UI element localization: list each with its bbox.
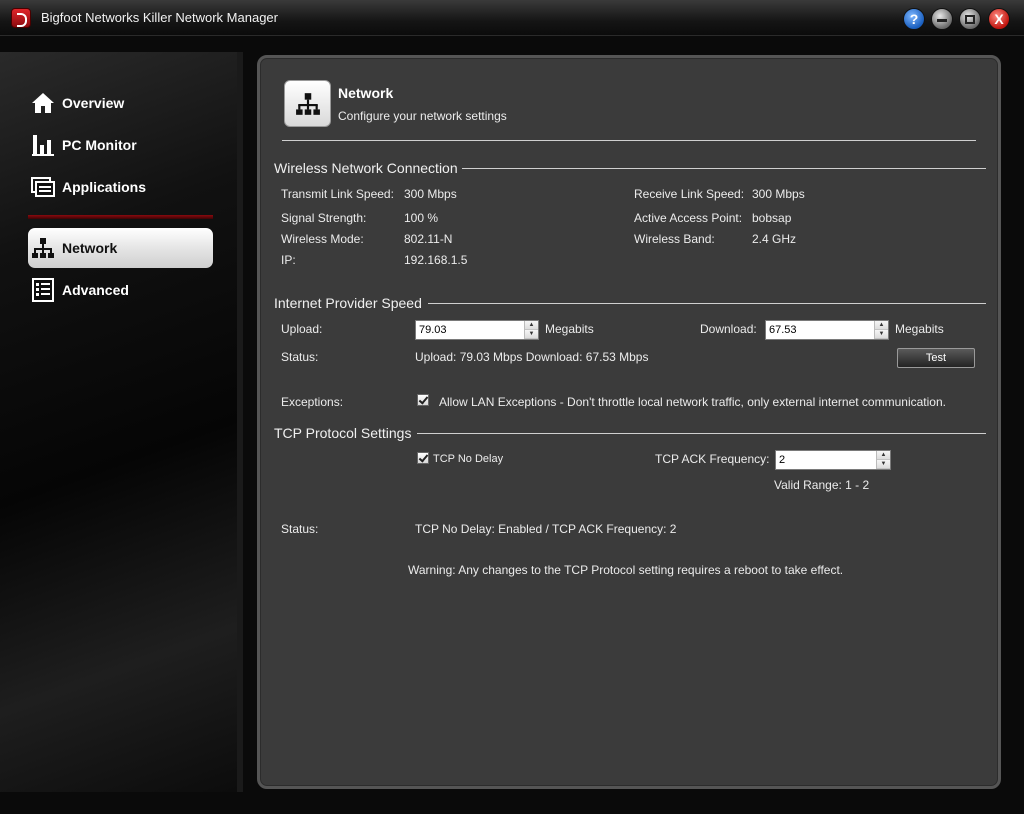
tcp-ack-stepper-arrows[interactable]: ▲ ▼	[876, 451, 890, 469]
wireless-band-value: 2.4 GHz	[752, 232, 797, 246]
access-point-value: bobsap	[752, 211, 792, 225]
title-bar: Bigfoot Networks Killer Network Manager …	[0, 0, 1024, 36]
tcp-status-label: Status:	[281, 522, 319, 536]
speed-section-title: Internet Provider Speed	[274, 295, 422, 311]
sidebar-item-network[interactable]: Network	[28, 228, 213, 268]
upload-unit: Megabits	[545, 322, 594, 336]
access-point-label: Active Access Point:	[634, 211, 743, 225]
sidebar-divider	[28, 215, 213, 219]
close-icon: X	[994, 11, 1004, 27]
sidebar-item-applications[interactable]: Applications	[28, 167, 213, 207]
valid-range-text: Valid Range: 1 - 2	[774, 478, 870, 492]
home-icon	[32, 93, 54, 113]
upload-label: Upload:	[281, 322, 323, 336]
tcp-status-value: TCP No Delay: Enabled / TCP ACK Frequenc…	[415, 522, 677, 536]
speed-section-divider	[428, 303, 986, 304]
page-subtitle: Configure your network settings	[338, 109, 507, 123]
sidebar-item-overview[interactable]: Overview	[28, 83, 213, 123]
upload-decrement-icon[interactable]: ▼	[525, 330, 538, 339]
maximize-button[interactable]	[959, 8, 981, 30]
tcp-ack-stepper[interactable]: ▲ ▼	[775, 450, 891, 470]
tcp-ack-input[interactable]	[776, 451, 876, 469]
network-settings-panel: Network Configure your network settings …	[257, 55, 1001, 789]
close-button[interactable]: X	[988, 8, 1010, 30]
bar-chart-icon	[32, 135, 54, 156]
sidebar-item-advanced[interactable]: Advanced	[28, 270, 213, 310]
upload-input[interactable]	[416, 321, 524, 339]
download-stepper-arrows[interactable]: ▲ ▼	[874, 321, 888, 339]
lan-exceptions-text: Allow LAN Exceptions - Don't throttle lo…	[439, 395, 946, 409]
tcp-ack-decrement-icon[interactable]: ▼	[877, 460, 890, 469]
help-icon: ?	[909, 11, 919, 27]
header-divider	[282, 140, 976, 141]
maximize-icon	[965, 14, 975, 24]
ip-value: 192.168.1.5	[404, 253, 468, 267]
wireless-section-divider	[462, 168, 986, 169]
receive-speed-label: Receive Link Speed:	[634, 187, 745, 201]
transmit-speed-label: Transmit Link Speed:	[281, 187, 394, 201]
sidebar-item-pc-monitor[interactable]: PC Monitor	[28, 125, 213, 165]
applications-icon	[31, 177, 55, 197]
exceptions-label: Exceptions:	[281, 395, 344, 409]
lan-exceptions-checkbox[interactable]	[417, 394, 429, 406]
download-increment-icon[interactable]: ▲	[875, 321, 888, 330]
tcp-ack-label: TCP ACK Frequency:	[655, 452, 770, 466]
upload-increment-icon[interactable]: ▲	[525, 321, 538, 330]
network-icon	[32, 238, 54, 258]
page-title: Network	[338, 85, 394, 101]
sidebar: Overview PC Monitor Applications Network…	[0, 52, 243, 792]
app-logo-icon	[11, 8, 31, 28]
sidebar-item-label: Overview	[62, 95, 125, 111]
transmit-speed-value: 300 Mbps	[404, 187, 457, 201]
sidebar-item-label: Applications	[62, 179, 147, 195]
download-stepper[interactable]: ▲ ▼	[765, 320, 889, 340]
tcp-ack-increment-icon[interactable]: ▲	[877, 451, 890, 460]
receive-speed-value: 300 Mbps	[752, 187, 805, 201]
network-icon	[284, 80, 331, 127]
window-title: Bigfoot Networks Killer Network Manager	[41, 10, 278, 25]
wireless-mode-value: 802.11-N	[404, 232, 453, 246]
wireless-section-title: Wireless Network Connection	[274, 160, 458, 176]
download-label: Download:	[700, 322, 757, 336]
help-button[interactable]: ?	[903, 8, 925, 30]
advanced-list-icon	[32, 278, 54, 302]
signal-strength-value: 100 %	[404, 211, 439, 225]
test-button[interactable]: Test	[897, 348, 975, 368]
download-decrement-icon[interactable]: ▼	[875, 330, 888, 339]
tcp-section-title: TCP Protocol Settings	[274, 425, 412, 441]
signal-strength-label: Signal Strength:	[281, 211, 367, 225]
reboot-warning-text: Warning: Any changes to the TCP Protocol…	[408, 563, 844, 577]
minimize-icon	[937, 18, 947, 22]
sidebar-item-label: PC Monitor	[62, 137, 137, 153]
minimize-button[interactable]	[931, 8, 953, 30]
tcp-no-delay-label: TCP No Delay	[433, 453, 504, 465]
wireless-mode-label: Wireless Mode:	[281, 232, 364, 246]
tcp-no-delay-checkbox[interactable]	[417, 452, 429, 464]
wireless-band-label: Wireless Band:	[634, 232, 715, 246]
speed-status-value: Upload: 79.03 Mbps Download: 67.53 Mbps	[415, 350, 649, 364]
sidebar-item-label: Advanced	[62, 282, 129, 298]
speed-status-label: Status:	[281, 350, 319, 364]
download-unit: Megabits	[895, 322, 944, 336]
sidebar-item-label: Network	[62, 240, 118, 256]
tcp-section-divider	[417, 433, 986, 434]
upload-stepper[interactable]: ▲ ▼	[415, 320, 539, 340]
upload-stepper-arrows[interactable]: ▲ ▼	[524, 321, 538, 339]
download-input[interactable]	[766, 321, 874, 339]
ip-label: IP:	[281, 253, 296, 267]
